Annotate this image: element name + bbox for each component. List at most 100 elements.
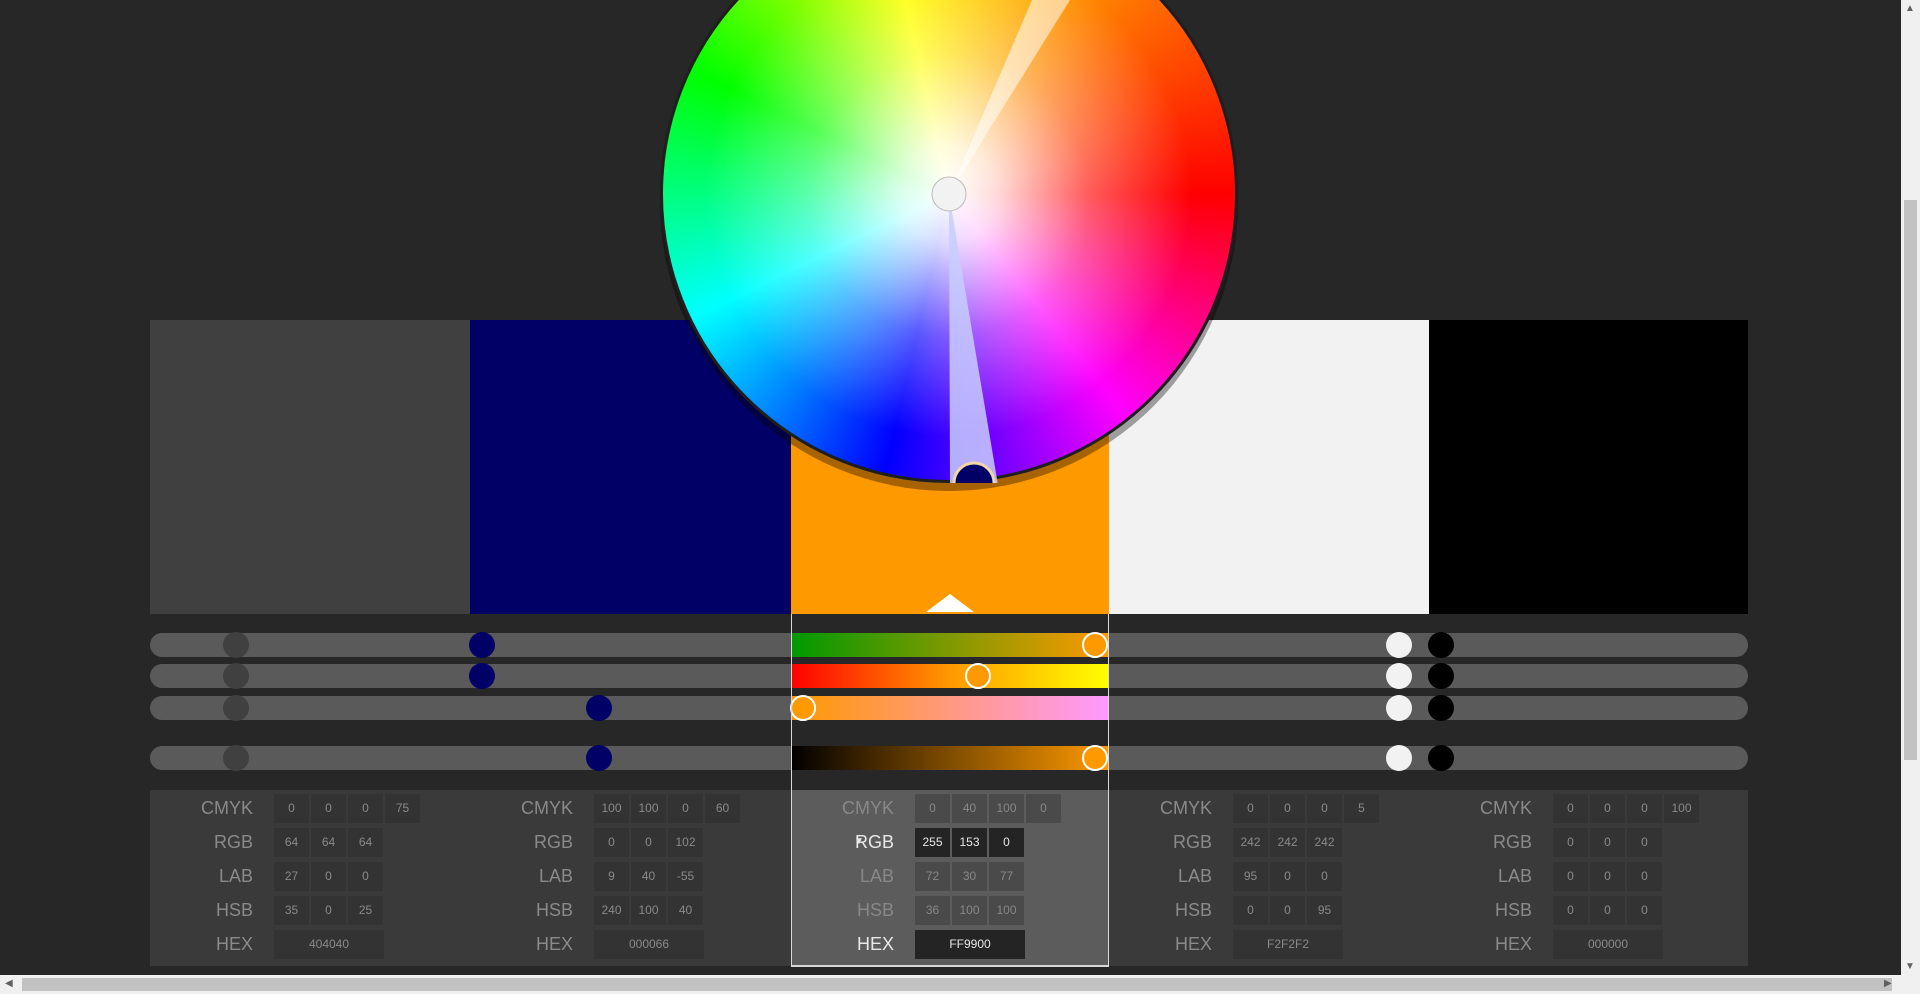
lab-value-input[interactable]: 95 [1233,862,1268,891]
rgb-value-input[interactable]: 242 [1270,828,1305,857]
rgb-value-input[interactable]: 0 [1590,828,1625,857]
cmyk-value-input[interactable]: 100 [594,794,629,823]
hsb-value-input[interactable]: 0 [1627,896,1662,925]
hsb-value-input[interactable]: 0 [1553,896,1588,925]
rgb-label: RGB [533,832,573,852]
hsb-value-input[interactable]: 100 [989,896,1024,925]
rgb-value-input[interactable]: 0 [1627,828,1662,857]
cmyk-value-input[interactable]: 0 [1627,794,1662,823]
hex-input[interactable]: FF9900 [915,930,1025,959]
slider-knob[interactable] [223,745,249,771]
rgb-value-input[interactable]: 64 [311,828,346,857]
scroll-up-arrow-icon[interactable]: ▲ [1905,4,1915,14]
lab-value-input[interactable]: 0 [1307,862,1342,891]
lab-value-input[interactable]: 72 [915,862,950,891]
color-wheel[interactable] [660,0,1238,491]
cmyk-value-input[interactable]: 5 [1344,794,1379,823]
cmyk-value-input[interactable]: 0 [1233,794,1268,823]
lab-value-input[interactable]: 0 [1553,862,1588,891]
slider-knob[interactable] [1386,632,1412,658]
horizontal-scroll-thumb[interactable] [22,978,1892,991]
lab-value-input[interactable]: 27 [274,862,309,891]
lab-value-input[interactable]: 0 [1627,862,1662,891]
cmyk-value-input[interactable]: 0 [311,794,346,823]
hsb-value-input[interactable]: 100 [631,896,666,925]
rgb-value-input[interactable]: 0 [631,828,666,857]
slider-knob[interactable] [469,663,495,689]
hsb-value-input[interactable]: 0 [311,896,346,925]
scroll-down-arrow-icon[interactable]: ▼ [1905,962,1915,972]
rgb-value-input[interactable]: 255 [915,828,950,857]
slider-knob[interactable] [1428,632,1454,658]
slider-knob[interactable] [469,632,495,658]
hsb-value-input[interactable]: 240 [594,896,629,925]
rgb-value-input[interactable]: 153 [952,828,987,857]
hex-input[interactable]: 000066 [594,930,704,959]
hsb-value-input[interactable]: 0 [1270,896,1305,925]
cmyk-value-input[interactable]: 40 [952,794,987,823]
cmyk-value-input[interactable]: 100 [1664,794,1699,823]
rgb-value-input[interactable]: 242 [1307,828,1342,857]
cmyk-value-input[interactable]: 0 [668,794,703,823]
cmyk-value-input[interactable]: 100 [631,794,666,823]
rgb-value-input[interactable]: 0 [989,828,1024,857]
slider-knob[interactable] [1386,745,1412,771]
slider-knob[interactable] [1386,663,1412,689]
slider-knob[interactable] [1428,663,1454,689]
slider-knob[interactable] [1428,695,1454,721]
color-swatch-1[interactable] [150,320,470,614]
cmyk-value-input[interactable]: 0 [274,794,309,823]
cmyk-value-input[interactable]: 0 [1026,794,1061,823]
cmyk-value-input[interactable]: 0 [1590,794,1625,823]
scroll-right-arrow-icon[interactable]: ▶ [1884,979,1892,989]
hsb-value-input[interactable]: 25 [348,896,383,925]
color-swatch-5[interactable] [1429,320,1748,614]
rgb-value-input[interactable]: 64 [348,828,383,857]
slider-knob[interactable] [223,695,249,721]
hsb-value-input[interactable]: 95 [1307,896,1342,925]
hsb-value-input[interactable]: 100 [952,896,987,925]
hex-input[interactable]: F2F2F2 [1233,930,1343,959]
cmyk-value-input[interactable]: 75 [385,794,420,823]
hsb-value-input[interactable]: 0 [1233,896,1268,925]
slider-knob[interactable] [586,695,612,721]
cmyk-value-input[interactable]: 0 [348,794,383,823]
rgb-value-input[interactable]: 0 [594,828,629,857]
cmyk-label: CMYK [1159,798,1212,818]
rgb-value-input[interactable]: 242 [1233,828,1268,857]
scroll-left-arrow-icon[interactable]: ◀ [5,979,13,989]
cmyk-value-input[interactable]: 60 [705,794,740,823]
hsb-value-input[interactable]: 35 [274,896,309,925]
hex-input[interactable]: 000000 [1553,930,1663,959]
slider-knob[interactable] [586,745,612,771]
slider-knob[interactable] [223,663,249,689]
hex-input[interactable]: 404040 [274,930,384,959]
lab-value-input[interactable]: 30 [952,862,987,891]
wheel-center-handle[interactable] [931,176,967,212]
mode-dropdown-icon[interactable]: ▼ [854,836,864,847]
cmyk-value-input[interactable]: 0 [1270,794,1305,823]
hsb-value-input[interactable]: 36 [915,896,950,925]
slider-knob[interactable] [1386,695,1412,721]
hsb-value-input[interactable]: 40 [668,896,703,925]
cmyk-value-input[interactable]: 0 [1307,794,1342,823]
slider-knob[interactable] [223,632,249,658]
cmyk-value-input[interactable]: 0 [915,794,950,823]
lab-value-input[interactable]: 0 [1270,862,1305,891]
lab-value-input[interactable]: 9 [594,862,629,891]
hex-row: HEX 000066 [470,930,788,960]
lab-value-input[interactable]: 0 [311,862,346,891]
rgb-value-input[interactable]: 0 [1553,828,1588,857]
cmyk-value-input[interactable]: 100 [989,794,1024,823]
rgb-value-input[interactable]: 64 [274,828,309,857]
cmyk-value-input[interactable]: 0 [1553,794,1588,823]
hsb-value-input[interactable]: 0 [1590,896,1625,925]
slider-knob[interactable] [1428,745,1454,771]
lab-value-input[interactable]: 0 [348,862,383,891]
lab-value-input[interactable]: 77 [989,862,1024,891]
lab-value-input[interactable]: 40 [631,862,666,891]
vertical-scroll-thumb[interactable] [1904,200,1917,760]
lab-value-input[interactable]: -55 [668,862,703,891]
lab-value-input[interactable]: 0 [1590,862,1625,891]
rgb-value-input[interactable]: 102 [668,828,703,857]
